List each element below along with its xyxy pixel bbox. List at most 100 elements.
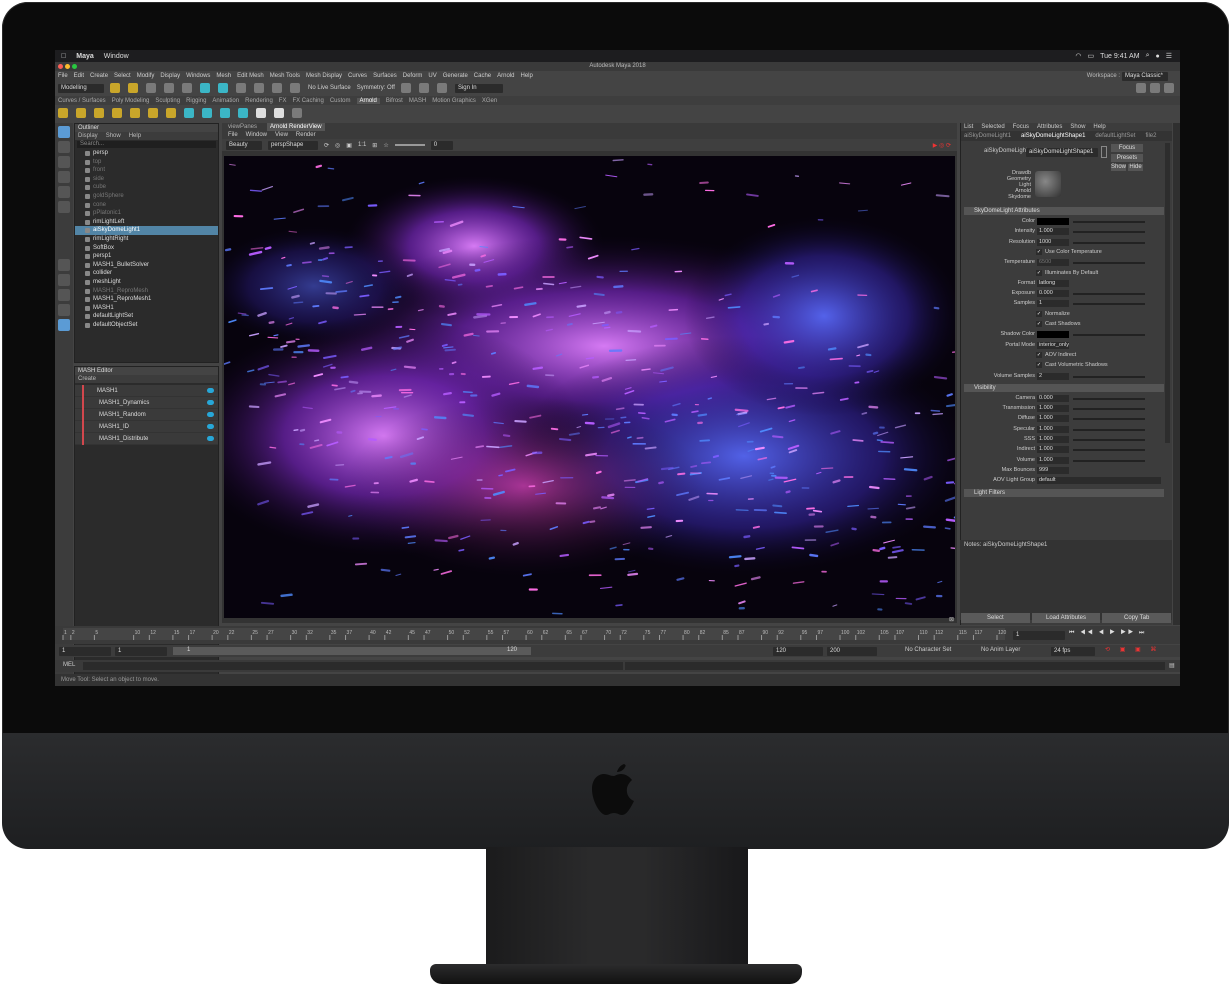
- shelf-tab-curves-surfaces[interactable]: Curves / Surfaces: [58, 98, 106, 104]
- attr-slider[interactable]: [1073, 459, 1145, 462]
- shelf-tab-rigging[interactable]: Rigging: [186, 98, 206, 104]
- attr-slider[interactable]: [1073, 231, 1145, 234]
- fps-dropdown[interactable]: 24 fps: [1051, 647, 1095, 656]
- exposure-slider[interactable]: [394, 144, 425, 146]
- outliner-item[interactable]: persp: [75, 149, 218, 158]
- outliner-menu-help[interactable]: Help: [129, 132, 141, 140]
- menu-mesh[interactable]: Mesh: [216, 73, 231, 79]
- attr-slider[interactable]: [1073, 397, 1145, 400]
- attr-value-field[interactable]: 1.000: [1037, 415, 1069, 423]
- panel-tab-arnold-renderview[interactable]: Arnold RenderView: [267, 123, 325, 131]
- auto-key-icon[interactable]: ⟲ ▣ ▣ ⌘: [1105, 646, 1160, 653]
- sky-dome-light-icon[interactable]: [148, 108, 158, 118]
- channel-icon[interactable]: ◎: [335, 142, 340, 149]
- outliner-item[interactable]: defaultLightSet: [75, 312, 218, 321]
- mash-node[interactable]: MASH1_Random: [75, 409, 218, 421]
- attr-value-field[interactable]: 1.000: [1037, 456, 1069, 464]
- shelf-tab-sculpting[interactable]: Sculpting: [155, 98, 180, 104]
- focus-button[interactable]: Focus: [1111, 144, 1143, 152]
- playback-end-field[interactable]: 120: [773, 647, 823, 656]
- attr-section-header[interactable]: Visibility: [964, 383, 1164, 392]
- snap-curve-icon[interactable]: [272, 83, 282, 93]
- select-hierarchy-icon[interactable]: [200, 83, 210, 93]
- outliner-menu-show[interactable]: Show: [106, 132, 121, 140]
- node-name-field[interactable]: aiSkyDomeLightShape1: [1026, 148, 1098, 157]
- range-bar[interactable]: 1 120: [173, 647, 531, 655]
- attr-tab-defaultlightset[interactable]: defaultLightSet: [1095, 131, 1135, 141]
- hide-button[interactable]: Hide: [1128, 164, 1143, 171]
- menu-mesh-tools[interactable]: Mesh Tools: [270, 73, 300, 79]
- attr-value-field[interactable]: 1.000: [1037, 425, 1069, 433]
- outliner-item[interactable]: collider: [75, 269, 218, 278]
- current-frame-field[interactable]: 1: [1013, 631, 1065, 640]
- outliner-item[interactable]: top: [75, 158, 218, 167]
- outliner-search-input[interactable]: Search...: [77, 141, 216, 148]
- mash-node[interactable]: MASH1_ID: [75, 421, 218, 433]
- render-view-icon[interactable]: [274, 108, 284, 118]
- renderview-corner-icon[interactable]: ⊠: [949, 616, 954, 623]
- snap-grid-icon[interactable]: [254, 83, 264, 93]
- refresh-icon[interactable]: ⟳: [324, 142, 329, 149]
- menu-mesh-display[interactable]: Mesh Display: [306, 73, 342, 79]
- attr-value-field[interactable]: 1.000: [1037, 446, 1069, 454]
- shelf-tab-fx-caching[interactable]: FX Caching: [292, 98, 323, 104]
- attr-slider[interactable]: [1073, 408, 1145, 411]
- window-menu[interactable]: Window: [104, 53, 129, 60]
- photometric-light-icon[interactable]: [130, 108, 140, 118]
- settings-icon[interactable]: [1150, 83, 1160, 93]
- rotate-tool-icon[interactable]: [58, 186, 70, 198]
- attr-checkbox[interactable]: ✓: [1036, 321, 1042, 327]
- ipr-render-icon[interactable]: [418, 83, 429, 93]
- redo-icon[interactable]: [182, 83, 192, 93]
- notification-center-icon[interactable]: ☰: [1166, 52, 1172, 60]
- attr-value-field[interactable]: latlong: [1037, 279, 1069, 287]
- clock[interactable]: Tue 9:41 AM: [1100, 53, 1139, 60]
- attr-value-field[interactable]: 2: [1037, 372, 1069, 380]
- start-time-field[interactable]: 1: [59, 647, 111, 656]
- attr-value-field[interactable]: interior_only: [1037, 341, 1069, 349]
- anim-layer-dropdown[interactable]: No Anim Layer: [981, 647, 1020, 653]
- attr-value-field[interactable]: 1.000: [1037, 405, 1069, 413]
- panel-tab-viewpanes[interactable]: viewPanes: [228, 123, 257, 131]
- attr-section-header[interactable]: SkyDomeLight Attributes: [964, 207, 1164, 215]
- menu-set-dropdown[interactable]: Modelling: [58, 83, 104, 93]
- shelf-tab-arnold[interactable]: Arnold: [356, 97, 380, 104]
- zoom-window-button[interactable]: [72, 64, 77, 69]
- flush-cache-icon[interactable]: [256, 108, 266, 118]
- menu-curves[interactable]: Curves: [348, 73, 367, 79]
- select-tool-icon[interactable]: [58, 126, 70, 138]
- layout-icon[interactable]: [1136, 83, 1146, 93]
- outliner-item[interactable]: MASH1_ReproMesh: [75, 287, 218, 296]
- live-surface-label[interactable]: No Live Surface: [308, 85, 351, 91]
- snapshot-icon[interactable]: ☆: [383, 142, 388, 149]
- fit-icon[interactable]: ⊞: [372, 142, 377, 149]
- mash-node-toggle[interactable]: [207, 424, 214, 429]
- input-output-icon[interactable]: [1101, 146, 1107, 158]
- select-object-icon[interactable]: [218, 83, 228, 93]
- attr-menu-attributes[interactable]: Attributes: [1037, 123, 1062, 131]
- outliner-item[interactable]: goldSphere: [75, 192, 218, 201]
- outliner-item[interactable]: cube: [75, 183, 218, 192]
- presets-button[interactable]: Presets: [1111, 154, 1143, 162]
- menu-generate[interactable]: Generate: [443, 73, 468, 79]
- menu-cache[interactable]: Cache: [474, 73, 491, 79]
- attr-slider[interactable]: [1073, 439, 1145, 441]
- shelf-tab-bifrost[interactable]: Bifrost: [386, 98, 403, 104]
- portal-light-icon[interactable]: [166, 108, 176, 118]
- standin-icon[interactable]: [184, 108, 194, 118]
- menu-help[interactable]: Help: [520, 73, 532, 79]
- attr-checkbox[interactable]: ✓: [1036, 310, 1042, 317]
- curve-collector-icon[interactable]: [220, 108, 230, 118]
- attr-button-copy-tab[interactable]: Copy Tab: [1102, 613, 1172, 623]
- menu-uv[interactable]: UV: [428, 73, 436, 79]
- attr-value-field[interactable]: 999: [1037, 466, 1069, 474]
- mesh-light-icon[interactable]: [112, 108, 122, 118]
- zoom-ratio[interactable]: 1:1: [358, 142, 366, 148]
- attr-slider[interactable]: [1073, 334, 1145, 337]
- attr-value-field[interactable]: 1000: [1037, 238, 1069, 246]
- outliner-item[interactable]: rimLightRight: [75, 235, 218, 244]
- playback-controls[interactable]: ⏮ ◀◀ ◀ ▶ ▶▶ ⏭: [1069, 630, 1146, 637]
- menu-display[interactable]: Display: [160, 73, 180, 79]
- crop-region-icon[interactable]: ▣: [346, 142, 352, 149]
- apple-menu-icon[interactable]: : [61, 53, 66, 60]
